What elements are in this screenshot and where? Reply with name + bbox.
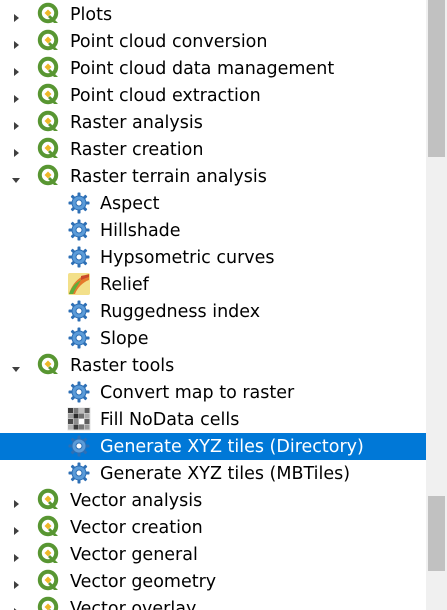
tree-group-row[interactable]: Point cloud data management <box>0 55 426 82</box>
tree-tool-row[interactable]: Convert map to raster <box>0 379 426 406</box>
scrollbar-track-segment <box>428 496 445 571</box>
relief-icon <box>67 272 91 296</box>
expand-arrow-down-icon[interactable] <box>10 171 22 183</box>
qgis-logo-icon <box>37 542 61 566</box>
tree-tool-row[interactable]: Ruggedness index <box>0 298 426 325</box>
tree-group-label: Point cloud conversion <box>70 32 268 52</box>
tree-tool-row[interactable]: Hypsometric curves <box>0 244 426 271</box>
tree-group-row[interactable]: Vector analysis <box>0 487 426 514</box>
tree-group-label: Vector geometry <box>70 572 217 592</box>
tree-group-label: Vector analysis <box>70 491 203 511</box>
tree-tool-row[interactable]: Generate XYZ tiles (MBTiles) <box>0 460 426 487</box>
tree-tool-row[interactable]: Relief <box>0 271 426 298</box>
gear-icon <box>67 380 91 404</box>
tree-group-label: Raster terrain analysis <box>70 167 267 187</box>
tree-group-label: Point cloud extraction <box>70 86 261 106</box>
expand-arrow-right-icon[interactable] <box>10 576 22 589</box>
tree-group-row[interactable]: Vector overlay <box>0 595 426 610</box>
tree-group-label: Plots <box>70 5 113 25</box>
tree-tool-label: Generate XYZ tiles (MBTiles) <box>100 464 351 484</box>
gear-icon <box>67 461 91 485</box>
tree-group-label: Point cloud data management <box>70 59 335 79</box>
tree-group-label: Vector creation <box>70 518 203 538</box>
gear-icon <box>67 299 91 323</box>
tree-tool-label: Hypsometric curves <box>100 248 275 268</box>
qgis-logo-icon <box>37 164 61 188</box>
expand-arrow-right-icon[interactable] <box>10 495 22 508</box>
tree-group-row[interactable]: Raster analysis <box>0 109 426 136</box>
qgis-logo-icon <box>37 353 61 377</box>
qgis-logo-icon <box>37 137 61 161</box>
tree-group-row[interactable]: Vector geometry <box>0 568 426 595</box>
tree-group-row[interactable]: Plots <box>0 1 426 28</box>
gear-icon <box>67 191 91 215</box>
qgis-logo-icon <box>37 83 61 107</box>
tree-tool-label: Fill NoData cells <box>100 410 240 430</box>
vertical-scrollbar[interactable] <box>426 0 447 610</box>
tree-group-row[interactable]: Vector creation <box>0 514 426 541</box>
expand-arrow-down-icon[interactable] <box>10 360 22 372</box>
qgis-logo-icon <box>37 56 61 80</box>
tree-tool-label: Relief <box>100 275 149 295</box>
tree-tool-row[interactable]: Aspect <box>0 190 426 217</box>
tree-group-row[interactable]: Raster creation <box>0 136 426 163</box>
expand-arrow-right-icon[interactable] <box>10 36 22 49</box>
tree-tool-row[interactable]: Slope <box>0 325 426 352</box>
gear-icon <box>67 434 91 458</box>
tree-tool-label: Generate XYZ tiles (Directory) <box>100 437 364 457</box>
tree-group-label: Raster creation <box>70 140 204 160</box>
tree-tool-row[interactable]: Fill NoData cells <box>0 406 426 433</box>
tree-group-row[interactable]: Vector general <box>0 541 426 568</box>
tree-tool-label: Convert map to raster <box>100 383 295 403</box>
tree-group-label: Vector general <box>70 545 198 565</box>
qgis-logo-icon <box>37 488 61 512</box>
gear-icon <box>67 218 91 242</box>
tree-tool-label: Slope <box>100 329 149 349</box>
tree-tool-row[interactable]: Generate XYZ tiles (Directory) <box>0 433 426 460</box>
qgis-logo-icon <box>37 29 61 53</box>
expand-arrow-right-icon[interactable] <box>10 144 22 157</box>
tree-tool-label: Hillshade <box>100 221 181 241</box>
tree-tool-row[interactable]: Hillshade <box>0 217 426 244</box>
grid-icon <box>67 407 91 431</box>
gear-icon <box>67 245 91 269</box>
expand-arrow-right-icon[interactable] <box>10 90 22 103</box>
tree-group-label: Vector overlay <box>70 599 197 610</box>
expand-arrow-right-icon[interactable] <box>10 117 22 130</box>
expand-arrow-right-icon[interactable] <box>10 603 22 610</box>
tree-group-row[interactable]: Point cloud conversion <box>0 28 426 55</box>
scrollbar-thumb[interactable] <box>428 0 445 157</box>
expand-arrow-right-icon[interactable] <box>10 549 22 562</box>
qgis-logo-icon <box>37 569 61 593</box>
expand-arrow-right-icon[interactable] <box>10 9 22 22</box>
qgis-logo-icon <box>37 110 61 134</box>
tree-group-row[interactable]: Raster tools <box>0 352 426 379</box>
qgis-logo-icon <box>37 596 61 610</box>
tree-group-row[interactable]: Point cloud extraction <box>0 82 426 109</box>
tree-group-label: Raster tools <box>70 356 175 376</box>
qgis-logo-icon <box>37 515 61 539</box>
tree-group-label: Raster analysis <box>70 113 203 133</box>
expand-arrow-right-icon[interactable] <box>10 522 22 535</box>
qgis-logo-icon <box>37 2 61 26</box>
tree-tool-label: Aspect <box>100 194 160 214</box>
tree-group-row[interactable]: Raster terrain analysis <box>0 163 426 190</box>
tree-tool-label: Ruggedness index <box>100 302 261 322</box>
processing-toolbox-tree[interactable]: Plots Point cloud conversion Point cloud… <box>0 0 427 610</box>
gear-icon <box>67 326 91 350</box>
expand-arrow-right-icon[interactable] <box>10 63 22 76</box>
